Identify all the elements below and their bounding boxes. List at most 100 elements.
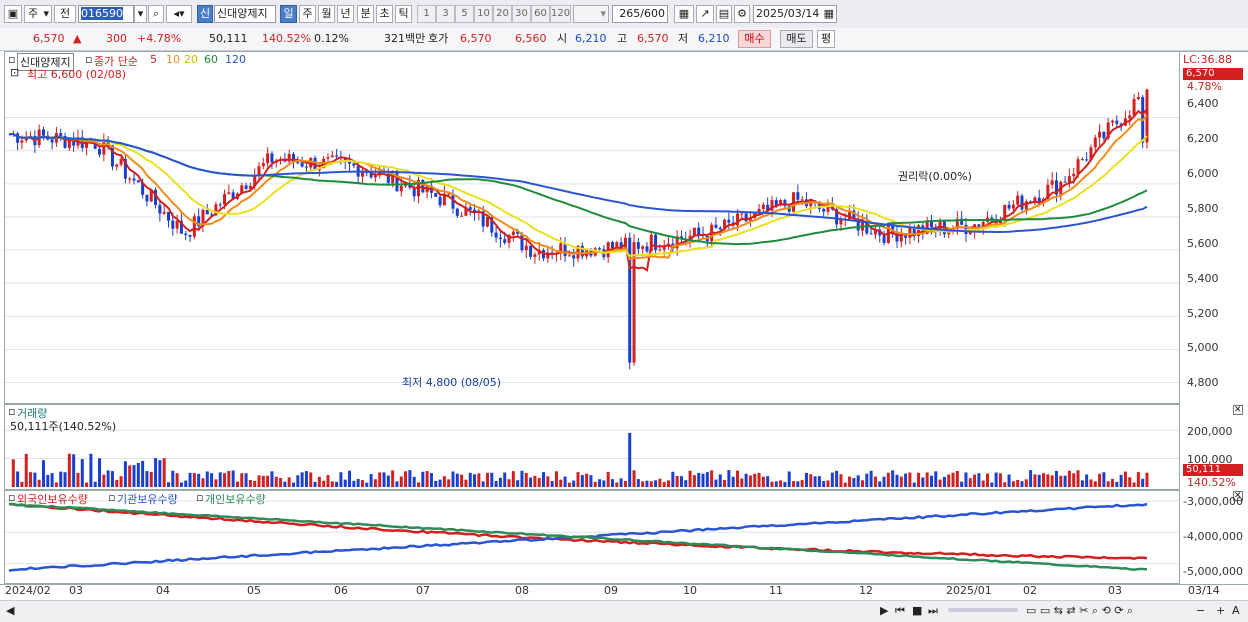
legend-ma20: 20 — [184, 53, 198, 66]
interval-10-button[interactable]: 10 — [474, 5, 493, 23]
chart-scrollbar[interactable]: ◀ ▶ ⏮ ■ ⏭ ▭ ▭ ⇆ ⇄ ✂ ⌕ ⟲ ⟳ ⌕ − + A — [0, 600, 1248, 622]
volume-bar — [684, 480, 688, 487]
text-tool-icon[interactable]: A — [1232, 604, 1240, 617]
interval-5-button[interactable]: 5 — [455, 5, 474, 23]
volume-last-tag: 50,111 — [1183, 464, 1243, 476]
forward-icon[interactable]: ⏭ — [928, 604, 938, 618]
period-minute-button[interactable]: 분 — [357, 5, 374, 23]
volume-bar — [809, 474, 813, 487]
period-day-button[interactable]: 일 — [280, 5, 297, 23]
code-dropdown-icon[interactable]: ▾ — [134, 5, 147, 23]
volume-bar — [274, 476, 278, 487]
chart-tools-icon[interactable]: ▦ — [674, 5, 694, 23]
volume-bar — [63, 472, 67, 487]
candle-body — [1020, 195, 1024, 210]
tool-icons[interactable]: ▭ ▭ ⇆ ⇄ ✂ ⌕ ⟲ ⟳ ⌕ — [1026, 604, 1133, 618]
stock-code-input[interactable]: 016590 — [78, 5, 134, 23]
custom-interval-select[interactable]: ▾ — [573, 5, 609, 23]
zoom-in-icon[interactable]: + — [1216, 604, 1225, 617]
period-year-button[interactable]: 년 — [337, 5, 354, 23]
calendar-icon[interactable]: ▦ — [824, 6, 834, 22]
zoom-out-icon[interactable]: − — [1196, 604, 1205, 617]
holdings-chart-panel[interactable] — [4, 490, 1180, 584]
interval-60-button[interactable]: 60 — [531, 5, 550, 23]
period-tick-button[interactable]: 틱 — [395, 5, 412, 23]
volume-bar — [1020, 481, 1024, 487]
volume-bar — [942, 476, 946, 487]
interval-1-button[interactable]: 1 — [417, 5, 436, 23]
volume-bar — [227, 470, 231, 487]
window-menu-icon[interactable]: ▣ — [4, 5, 22, 23]
zoom-slider[interactable] — [948, 608, 1018, 612]
candle-body — [641, 246, 645, 249]
legend-foreign-icon: ▫ — [8, 491, 16, 504]
legend-individual[interactable]: 개인보유수량 — [205, 491, 266, 507]
market-type-select[interactable]: 주 ▾ — [24, 5, 52, 23]
volume-bar — [292, 482, 295, 487]
price-chart-canvas[interactable] — [5, 52, 1179, 403]
gear-icon[interactable]: ⚙ — [734, 5, 750, 23]
interval-20-button[interactable]: 20 — [493, 5, 512, 23]
period-week-button[interactable]: 주 — [299, 5, 316, 23]
period-month-button[interactable]: 월 — [318, 5, 335, 23]
legend-institution[interactable]: 기관보유수량 — [117, 491, 178, 507]
legend-foreign[interactable]: 외국인보유수량 — [17, 491, 88, 507]
volume-bar — [244, 473, 248, 487]
legend-ma-icon: ▫ — [85, 53, 93, 66]
candle-body — [839, 219, 843, 225]
candle-body — [498, 237, 502, 240]
scroll-left-icon[interactable]: ◀ — [6, 604, 14, 617]
y-tick: 4,800 — [1187, 376, 1219, 389]
holdings-chart-canvas[interactable] — [5, 491, 1179, 583]
volume-bar — [115, 479, 119, 487]
panel-close-icon[interactable]: ✕ — [1233, 405, 1243, 415]
candle-body — [326, 157, 330, 159]
sell-button[interactable]: 매도 — [780, 30, 813, 48]
interval-30-button[interactable]: 30 — [512, 5, 531, 23]
volume-chart-canvas[interactable] — [5, 405, 1179, 489]
candle-body — [115, 164, 119, 167]
volume-bar — [80, 459, 84, 487]
volume-bar — [408, 470, 412, 487]
volume-bar — [981, 480, 985, 487]
new-tag[interactable]: 신 — [197, 5, 213, 23]
buy-button[interactable]: 매수 — [738, 30, 771, 48]
volume-bar — [822, 481, 826, 487]
rewind-icon[interactable]: ⏮ — [895, 604, 905, 618]
candle-body — [1085, 159, 1089, 161]
volume-bar — [516, 480, 520, 487]
price-chart-panel[interactable] — [4, 51, 1180, 404]
interval-120-button[interactable]: 120 — [550, 5, 571, 23]
draw-line-icon[interactable]: ↗ — [696, 5, 714, 23]
legend-box-icon: ▫ — [8, 53, 16, 66]
prev-button[interactable]: 전 — [54, 5, 76, 23]
volume-bar — [964, 472, 968, 487]
volume-bar — [934, 471, 938, 487]
stop-icon[interactable]: ■ — [912, 604, 922, 617]
date-input[interactable]: 2025/03/14 ▦ — [753, 5, 837, 23]
volume-bar — [481, 481, 485, 487]
candle-body — [20, 140, 24, 143]
scroll-right-icon[interactable]: ▶ — [880, 604, 888, 617]
eval-button[interactable]: 평 — [817, 30, 835, 48]
volume-bar — [973, 474, 977, 487]
candle-body — [714, 224, 718, 228]
candle-body — [41, 129, 45, 136]
volume-chart-panel[interactable] — [4, 404, 1180, 490]
save-icon[interactable]: ▤ — [716, 5, 732, 23]
volume-bar — [632, 470, 636, 487]
sound-icon[interactable]: ◂▾ — [166, 5, 192, 23]
volume-bar — [391, 470, 395, 487]
interval-3-button[interactable]: 3 — [436, 5, 455, 23]
legend-inst-icon: ▫ — [108, 491, 116, 504]
data-count-field[interactable]: 265/600 — [612, 5, 668, 23]
search-icon[interactable]: ⌕ — [148, 5, 164, 23]
candle-body — [261, 163, 265, 167]
volume-bar — [11, 459, 15, 487]
x-tick: 06 — [334, 584, 348, 597]
volume-bar — [1063, 475, 1067, 487]
volume-bar — [598, 479, 602, 487]
period-second-button[interactable]: 초 — [376, 5, 393, 23]
volume-bar — [188, 472, 192, 487]
candle-body — [1072, 173, 1076, 177]
